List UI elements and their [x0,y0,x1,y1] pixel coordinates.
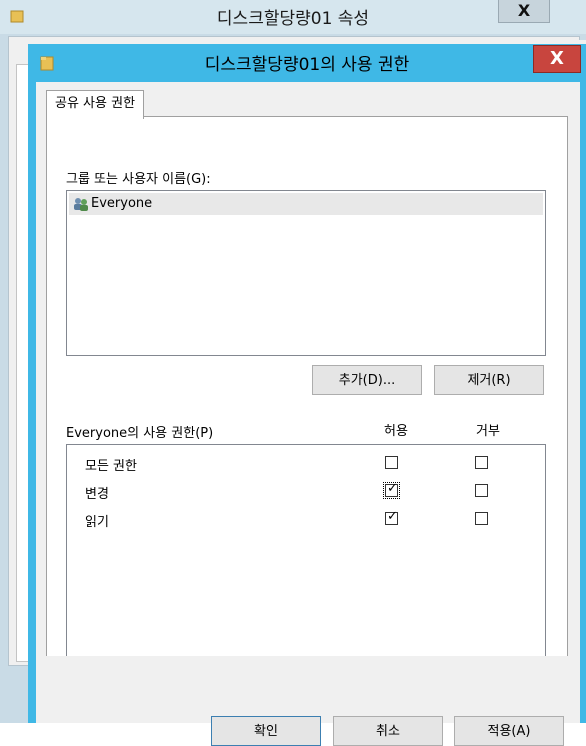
checkmark-icon: ✓ [387,509,398,524]
add-button[interactable]: 추가(D)... [312,365,422,395]
group-user-label: 그룹 또는 사용자 이름(G): [66,172,211,187]
checkmark-icon: ✓ [387,481,398,496]
ok-button[interactable]: 확인 [211,716,321,746]
permissions-list: 모든 권한 변경 ✓ 읽기 ✓ [66,444,546,658]
user-listbox[interactable]: Everyone [66,190,546,356]
remove-button[interactable]: 제거(R) [434,365,544,395]
read-allow-checkbox[interactable]: ✓ [385,509,398,525]
allow-header: 허용 [384,424,408,439]
apply-button[interactable]: 적용(A) [454,716,564,746]
properties-titlebar: 디스크할당량01 속성 X [0,0,586,34]
full-control-allow-checkbox[interactable] [385,456,398,469]
users-icon [74,198,88,211]
user-name: Everyone [91,196,153,211]
permission-full-control-label: 모든 권한 [85,459,137,474]
permissions-dialog: 디스크할당량01의 사용 권한 X 공유 사용 권한 그룹 또는 사용자 이름(… [28,44,586,746]
permissions-label: Everyone의 사용 권한(P) [66,426,214,441]
tab-share-permissions[interactable]: 공유 사용 권한 [46,90,145,119]
change-allow-checkbox[interactable]: ✓ [383,481,400,499]
dialog-footer: 확인 취소 적용(A) [36,656,580,746]
properties-close-button[interactable]: X [498,0,550,23]
list-item[interactable]: Everyone [69,193,543,215]
cancel-button[interactable]: 취소 [333,716,443,746]
dialog-close-button[interactable]: X [533,45,581,73]
change-deny-checkbox[interactable] [475,484,488,497]
dialog-title: 디스크할당량01의 사용 권한 [204,55,410,75]
full-control-deny-checkbox[interactable] [475,456,488,469]
deny-header: 거부 [476,424,500,439]
read-deny-checkbox[interactable] [475,512,488,525]
permission-read-label: 읽기 [85,515,109,530]
permission-change-label: 변경 [85,487,109,502]
dialog-body: 공유 사용 권한 그룹 또는 사용자 이름(G): Everyone 추가(D)… [36,82,580,746]
